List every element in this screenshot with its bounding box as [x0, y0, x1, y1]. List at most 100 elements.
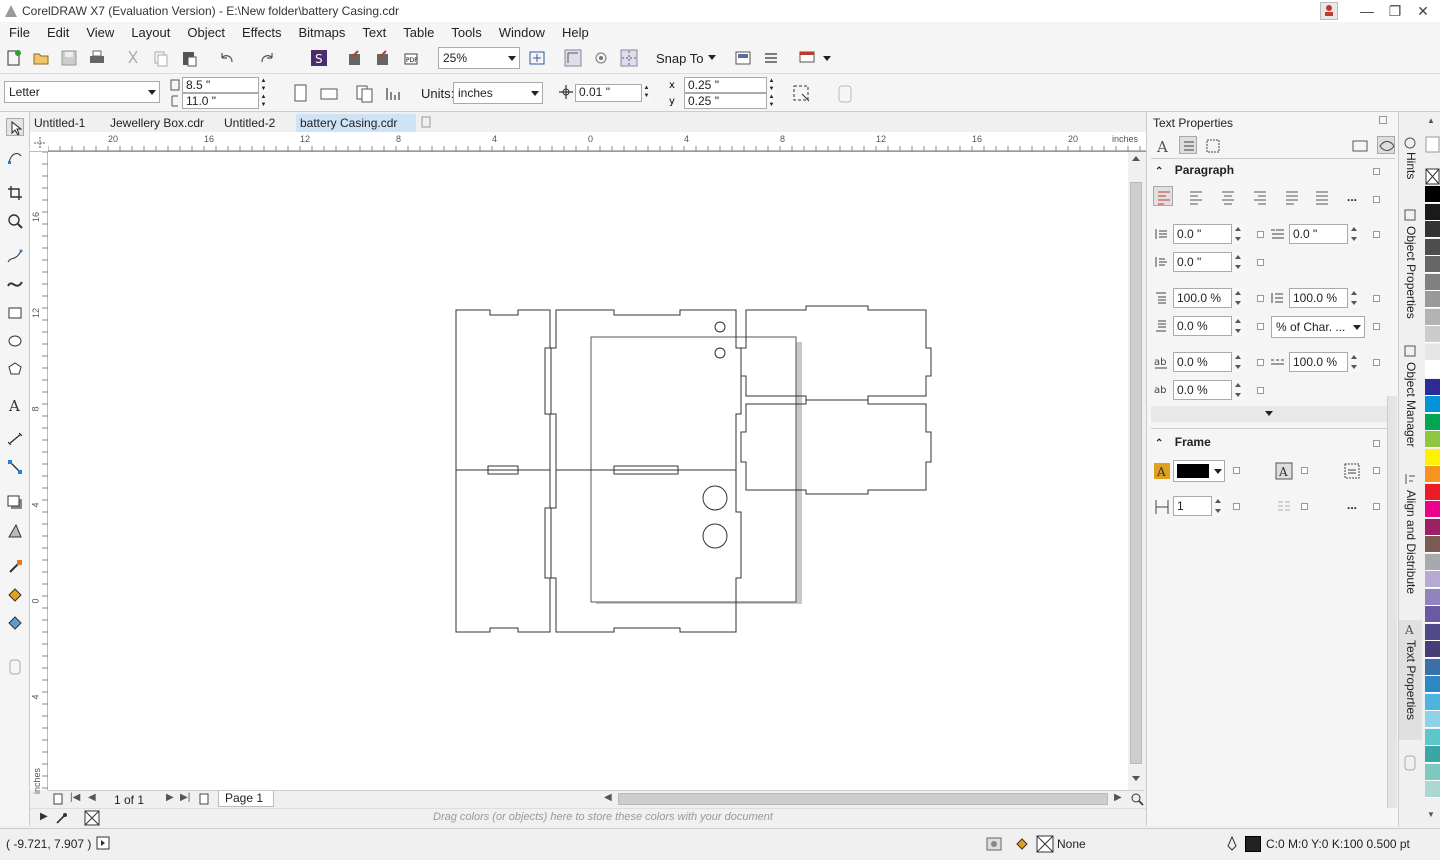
- previous-page-icon[interactable]: ◀: [88, 792, 96, 803]
- word-spacing-field[interactable]: 100.0 %: [1289, 352, 1361, 372]
- shape-tool-icon[interactable]: [6, 148, 24, 166]
- freehand-tool-icon[interactable]: [6, 248, 24, 266]
- menu-window[interactable]: Window: [490, 25, 553, 40]
- spacing-units-combo[interactable]: % of Char. ...: [1271, 316, 1365, 338]
- color-swatch[interactable]: [1425, 728, 1440, 746]
- color-swatch[interactable]: [1425, 623, 1440, 641]
- left-indent-field[interactable]: 0.0 ": [1173, 224, 1245, 244]
- property-bar-more-icon[interactable]: [834, 82, 858, 106]
- polygon-tool-icon[interactable]: [6, 360, 24, 378]
- color-swatch[interactable]: [1425, 711, 1440, 728]
- redo-icon[interactable]: [258, 49, 276, 67]
- rectangle-tool-icon[interactable]: [6, 304, 24, 322]
- color-swatch[interactable]: [1425, 221, 1440, 238]
- palette-scroll-icon[interactable]: ▶: [40, 811, 48, 822]
- all-pages-icon[interactable]: [354, 83, 376, 105]
- menu-view[interactable]: View: [77, 25, 122, 40]
- duplicate-x-field[interactable]: 0.25 " ▲ ▼: [684, 77, 776, 93]
- zoom-level-combo[interactable]: 25%: [438, 47, 520, 69]
- color-swatch[interactable]: [1425, 658, 1440, 676]
- color-swatch[interactable]: [1425, 641, 1440, 658]
- vertical-scroll-thumb[interactable]: [1130, 182, 1142, 764]
- character-icon[interactable]: A: [1155, 138, 1171, 154]
- align-left-icon[interactable]: [1187, 188, 1205, 206]
- frame-more-checkbox[interactable]: [1373, 503, 1380, 510]
- color-swatch[interactable]: [1425, 326, 1440, 343]
- columns-checkbox[interactable]: [1233, 503, 1240, 510]
- color-swatch[interactable]: [1425, 518, 1440, 536]
- frame-text-icon[interactable]: A: [1275, 462, 1293, 480]
- color-swatch[interactable]: [1425, 571, 1440, 588]
- page-width-field[interactable]: 8.5 " ▲ ▼: [182, 77, 268, 93]
- no-color-swatch-icon[interactable]: [84, 810, 100, 826]
- first-line-indent-field[interactable]: 0.0 ": [1289, 224, 1361, 244]
- frame-icon[interactable]: [1205, 138, 1221, 154]
- frame-text-checkbox[interactable]: [1301, 467, 1308, 474]
- vertical-alignment-icon[interactable]: [1343, 462, 1361, 480]
- drawing-canvas[interactable]: [48, 152, 1128, 790]
- undo-icon[interactable]: [218, 49, 236, 67]
- color-swatch[interactable]: [1425, 501, 1440, 518]
- menu-help[interactable]: Help: [553, 25, 597, 40]
- menu-tools[interactable]: Tools: [442, 25, 489, 40]
- palette-options-icon[interactable]: [1425, 136, 1440, 153]
- publish-pdf-icon[interactable]: PDF: [402, 49, 420, 67]
- language-spacing-field[interactable]: 0.0 %: [1173, 380, 1245, 400]
- align-center-icon[interactable]: [1219, 188, 1237, 206]
- show-guidelines-icon[interactable]: [620, 49, 638, 67]
- minimize-button[interactable]: —: [1358, 2, 1376, 20]
- tab-untitled-2[interactable]: Untitled-2: [220, 114, 279, 132]
- frame-more-icon[interactable]: ...: [1347, 498, 1357, 512]
- search-content-icon[interactable]: S: [310, 49, 328, 67]
- no-fill-swatch-icon[interactable]: [1425, 168, 1440, 185]
- ellipse-tool-icon[interactable]: [6, 332, 24, 350]
- tab-jewellery-box[interactable]: Jewellery Box.cdr: [106, 114, 208, 132]
- color-swatch[interactable]: [1425, 448, 1440, 466]
- alignment-checkbox[interactable]: [1373, 196, 1380, 203]
- menu-object[interactable]: Object: [178, 25, 233, 40]
- tab-text-properties[interactable]: Text Properties: [1401, 640, 1421, 720]
- color-swatch[interactable]: [1425, 588, 1440, 606]
- right-indent-checkbox[interactable]: [1257, 259, 1264, 266]
- vertical-alignment-checkbox[interactable]: [1373, 467, 1380, 474]
- tab-object-manager[interactable]: Object Manager: [1401, 362, 1421, 447]
- color-swatch[interactable]: [1425, 308, 1440, 326]
- before-paragraph-spacing-field[interactable]: 100.0 %: [1173, 288, 1245, 308]
- after-paragraph-spacing-field[interactable]: 0.0 %: [1173, 316, 1245, 336]
- word-spacing-checkbox[interactable]: [1373, 359, 1380, 366]
- save-icon[interactable]: [60, 49, 78, 67]
- docker-preview-icon[interactable]: [1377, 136, 1395, 154]
- restore-button[interactable]: ❐: [1386, 2, 1404, 20]
- color-swatch[interactable]: [1425, 186, 1440, 203]
- color-swatch[interactable]: [1425, 378, 1440, 396]
- frame-checkbox[interactable]: [1373, 440, 1380, 447]
- horizontal-scroll-thumb[interactable]: [618, 793, 1108, 805]
- docker-collapse-icon[interactable]: [1379, 116, 1387, 124]
- import-icon[interactable]: [346, 49, 364, 67]
- docker-options-icon[interactable]: [1351, 138, 1369, 154]
- color-swatch[interactable]: [1425, 273, 1440, 291]
- crop-tool-icon[interactable]: [6, 184, 24, 202]
- menu-bitmaps[interactable]: Bitmaps: [289, 25, 353, 40]
- palette-scroll-up-icon[interactable]: ▲: [1427, 116, 1435, 125]
- color-swatch[interactable]: [1425, 291, 1440, 308]
- ruler-origin-icon[interactable]: [32, 136, 48, 150]
- text-tool-icon[interactable]: A: [6, 396, 24, 414]
- show-rulers-icon[interactable]: [564, 49, 582, 67]
- zoom-tool-icon[interactable]: [6, 212, 24, 230]
- transparency-tool-icon[interactable]: [6, 522, 24, 540]
- user-icon[interactable]: [1320, 2, 1338, 20]
- color-swatch[interactable]: [1425, 466, 1440, 483]
- left-indent-checkbox[interactable]: [1257, 231, 1264, 238]
- color-swatch[interactable]: [1425, 431, 1440, 448]
- connector-tool-icon[interactable]: [6, 458, 24, 476]
- last-page-icon[interactable]: ▶|: [180, 792, 190, 803]
- welcome-screen-icon[interactable]: [798, 49, 816, 67]
- tab-battery-casing[interactable]: battery Casing.cdr: [296, 114, 416, 132]
- page-tab-1[interactable]: Page 1: [218, 791, 275, 807]
- vertical-scrollbar[interactable]: [1128, 152, 1144, 790]
- before-paragraph-checkbox[interactable]: [1257, 295, 1264, 302]
- page-size-combo[interactable]: Letter: [4, 81, 160, 103]
- snap-to-dropdown-icon[interactable]: [708, 55, 716, 60]
- full-screen-icon[interactable]: [528, 49, 546, 67]
